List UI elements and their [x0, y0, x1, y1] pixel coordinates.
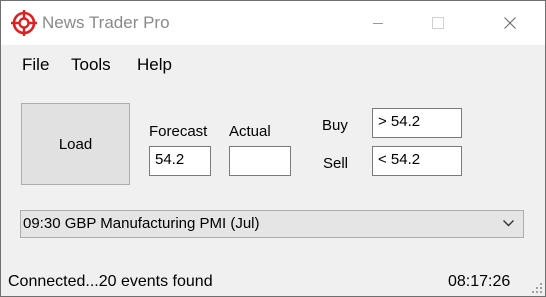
menu-bar: File Tools Help: [1, 49, 545, 81]
minimize-icon: [373, 23, 383, 24]
load-button-label: Load: [58, 135, 93, 153]
event-select[interactable]: 09:30 GBP Manufacturing PMI (Jul): [20, 210, 524, 238]
maximize-button[interactable]: [415, 1, 461, 45]
close-button[interactable]: [487, 1, 533, 45]
resize-grip-icon[interactable]: [531, 282, 543, 294]
maximize-icon: [432, 17, 444, 29]
crosshair-target-icon: [11, 10, 37, 36]
buy-condition-field[interactable]: > 54.2: [372, 108, 462, 138]
minimize-button[interactable]: [355, 1, 401, 45]
event-select-value: 09:30 GBP Manufacturing PMI (Jul): [23, 215, 260, 232]
app-window: News Trader Pro File Tools Help Load For…: [0, 0, 546, 297]
menu-tools[interactable]: Tools: [71, 55, 111, 75]
buy-label: Buy: [322, 117, 348, 134]
status-bar: Connected...20 events found 08:17:26: [1, 267, 545, 296]
actual-label: Actual: [229, 123, 271, 140]
forecast-field[interactable]: 54.2: [149, 146, 211, 176]
menu-help[interactable]: Help: [137, 55, 172, 75]
chevron-down-icon: [503, 220, 514, 227]
title-bar[interactable]: News Trader Pro: [1, 1, 545, 45]
forecast-label: Forecast: [149, 123, 208, 140]
status-message: Connected...20 events found: [8, 273, 213, 290]
sell-condition-field[interactable]: < 54.2: [372, 146, 462, 176]
actual-field[interactable]: [229, 146, 291, 176]
status-clock: 08:17:26: [448, 273, 511, 290]
close-icon: [504, 17, 516, 29]
load-button[interactable]: Load: [21, 103, 130, 185]
sell-label: Sell: [323, 155, 349, 172]
menu-file[interactable]: File: [22, 55, 49, 75]
window-title: News Trader Pro: [42, 13, 170, 32]
